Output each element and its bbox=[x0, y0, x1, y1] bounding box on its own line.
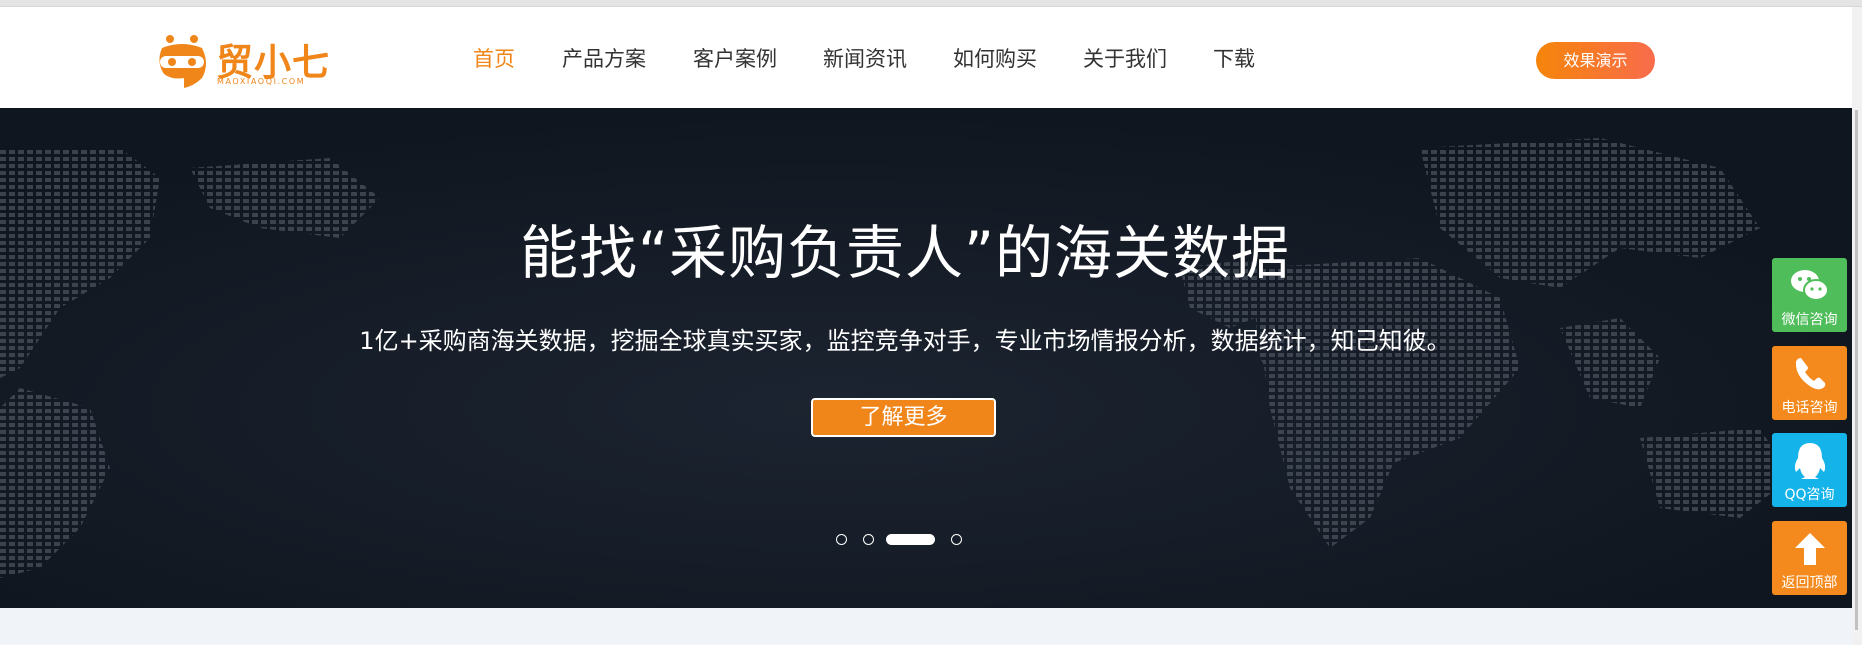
scrollbar-thumb[interactable] bbox=[1855, 110, 1858, 630]
carousel-dot[interactable] bbox=[863, 534, 874, 545]
wechat-consult-button[interactable]: 微信咨询 bbox=[1772, 258, 1847, 332]
site-logo[interactable]: 贸小七 MAOXIAOQI.COM bbox=[154, 28, 329, 92]
carousel-dot-active[interactable] bbox=[886, 534, 935, 545]
qq-consult-label: QQ咨询 bbox=[1784, 487, 1835, 503]
carousel-dot[interactable] bbox=[836, 534, 847, 545]
phone-consult-button[interactable]: 电话咨询 bbox=[1772, 346, 1847, 420]
phone-consult-label: 电话咨询 bbox=[1781, 400, 1838, 416]
nav-item-cases[interactable]: 客户案例 bbox=[693, 43, 777, 73]
learn-more-button[interactable]: 了解更多 bbox=[811, 398, 996, 437]
nav-item-products[interactable]: 产品方案 bbox=[562, 43, 646, 73]
hero-banner: 能找“采购负责人”的海关数据 1亿+采购商海关数据，挖掘全球真实买家，监控竞争对… bbox=[0, 108, 1852, 608]
wechat-icon bbox=[1791, 270, 1829, 301]
qq-icon bbox=[1794, 443, 1826, 479]
world-map-background bbox=[0, 108, 1852, 608]
nav-item-download[interactable]: 下载 bbox=[1213, 43, 1255, 73]
back-to-top-button[interactable]: 返回顶部 bbox=[1772, 521, 1847, 595]
nav-item-about[interactable]: 关于我们 bbox=[1083, 43, 1167, 73]
logo-domain: MAOXIAOQI.COM bbox=[217, 77, 306, 86]
nav-item-home[interactable]: 首页 bbox=[473, 43, 515, 73]
nav-item-news[interactable]: 新闻资讯 bbox=[823, 43, 907, 73]
wechat-consult-label: 微信咨询 bbox=[1781, 312, 1838, 328]
hero-subtitle: 1亿+采购商海关数据，挖掘全球真实买家，监控竞争对手，专业市场情报分析，数据统计… bbox=[359, 327, 1451, 355]
robot-logo-icon bbox=[159, 35, 206, 88]
browser-top-border bbox=[0, 0, 1862, 7]
hero-title: 能找“采购负责人”的海关数据 bbox=[519, 219, 1291, 287]
nav-item-how-to-buy[interactable]: 如何购买 bbox=[953, 43, 1037, 73]
carousel-dot[interactable] bbox=[951, 534, 962, 545]
demo-button[interactable]: 效果演示 bbox=[1536, 42, 1655, 79]
site-header: 贸小七 MAOXIAOQI.COM 首页 产品方案 客户案例 新闻资讯 如何购买… bbox=[0, 7, 1852, 108]
arrow-up-icon bbox=[1795, 533, 1825, 565]
qq-consult-button[interactable]: QQ咨询 bbox=[1772, 433, 1847, 507]
back-to-top-label: 返回顶部 bbox=[1781, 575, 1838, 591]
phone-icon bbox=[1795, 358, 1826, 390]
